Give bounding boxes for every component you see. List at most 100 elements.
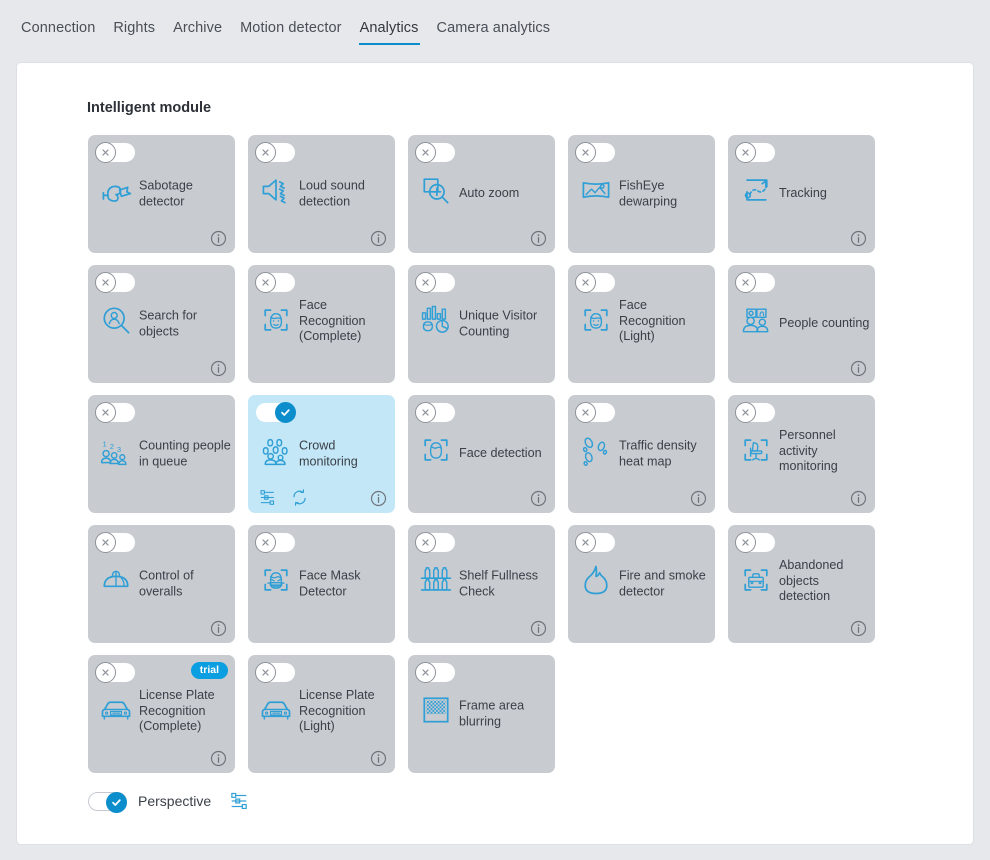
module-card[interactable]: trial License Plate Recognition (Complete… [88,655,235,773]
info-icon[interactable] [850,360,867,377]
module-toggle[interactable] [95,142,135,163]
module-label: License Plate Recognition (Complete) [139,688,215,734]
info-icon[interactable] [210,620,227,637]
footsteps-heatmap-icon [576,430,616,470]
tab-camera-analytics[interactable]: Camera analytics [428,0,560,48]
module-toggle[interactable] [256,402,296,423]
module-label: Counting people in queue [139,438,231,468]
module-toggle-knob [735,142,756,163]
module-card[interactable]: Sabotage detector [88,135,235,253]
module-toggle[interactable] [95,532,135,553]
svg-text:1: 1 [103,439,107,448]
module-toggle[interactable] [255,272,295,293]
perspective-toggle[interactable] [88,791,127,813]
module-toggle-knob [95,142,116,163]
module-toggle[interactable] [575,402,615,423]
module-card[interactable]: Tracking [728,135,875,253]
info-icon[interactable] [370,490,387,507]
module-card[interactable]: FishEye dewarping [568,135,715,253]
module-card[interactable]: Crowd monitoring [248,395,395,513]
module-toggle-knob [575,142,596,163]
module-label: Abandoned objects detection [779,558,844,604]
sabotage-detector-icon [96,170,136,210]
module-toggle[interactable] [415,402,455,423]
module-card[interactable]: Unique Visitor Counting [408,265,555,383]
module-card[interactable]: Face Recognition (Complete) [248,265,395,383]
module-card[interactable]: Face detection [408,395,555,513]
info-icon[interactable] [210,230,227,247]
tab-rights[interactable]: Rights [104,0,164,48]
module-toggle[interactable] [95,272,135,293]
info-icon[interactable] [210,750,227,767]
people-counting-icon [736,300,776,340]
module-card[interactable]: People counting [728,265,875,383]
module-card[interactable]: Personnel activity monitoring [728,395,875,513]
settings-sliders-icon[interactable] [258,488,277,507]
module-label: Search for objects [139,308,198,338]
module-toggle[interactable] [95,662,135,683]
fire-smoke-icon [576,560,616,600]
module-card[interactable]: Shelf Fullness Check [408,525,555,643]
module-card[interactable]: Auto zoom [408,135,555,253]
module-toggle-knob [255,662,276,683]
module-toggle[interactable] [735,142,775,163]
info-icon[interactable] [530,490,547,507]
module-card[interactable]: License Plate Recognition (Light) [248,655,395,773]
module-toggle[interactable] [735,532,775,553]
module-card[interactable]: Search for objects [88,265,235,383]
module-card[interactable]: Control of overalls [88,525,235,643]
info-icon[interactable] [850,620,867,637]
info-icon[interactable] [370,750,387,767]
module-toggle-knob [415,532,436,553]
module-toggle-knob [415,272,436,293]
svg-text:2: 2 [110,442,114,451]
info-icon[interactable] [530,620,547,637]
module-toggle[interactable] [255,142,295,163]
module-card[interactable]: Face Mask Detector [248,525,395,643]
module-card[interactable]: Frame area blurring [408,655,555,773]
module-card[interactable]: Loud sound detection [248,135,395,253]
info-icon[interactable] [530,230,547,247]
module-toggle[interactable] [415,662,455,683]
module-toggle[interactable] [735,272,775,293]
module-toggle[interactable] [255,532,295,553]
tab-bar: Connection Rights Archive Motion detector An… [0,0,990,52]
module-card[interactable]: Traffic density heat map [568,395,715,513]
tab-archive[interactable]: Archive [164,0,231,48]
perspective-toggle-knob [106,791,127,813]
module-toggle[interactable] [575,532,615,553]
module-label: Crowd monitoring [299,438,358,468]
tab-connection[interactable]: Connection [12,0,104,48]
module-toggle[interactable] [735,402,775,423]
module-toggle[interactable] [255,662,295,683]
sync-refresh-icon[interactable] [290,488,309,507]
module-card[interactable]: 1 2 3 Counting people in queue [88,395,235,513]
module-card[interactable]: Face Recognition (Light) [568,265,715,383]
module-toggle-knob [415,402,436,423]
info-icon[interactable] [210,360,227,377]
info-icon[interactable] [850,230,867,247]
module-toggle[interactable] [575,142,615,163]
info-icon[interactable] [850,490,867,507]
tab-analytics[interactable]: Analytics [351,0,428,48]
module-toggle[interactable] [575,272,615,293]
module-toggle[interactable] [95,402,135,423]
intelligent-module-grid: Sabotage detector Loud sound detection Aut… [88,135,888,773]
info-icon[interactable] [690,490,707,507]
face-recognition-icon [256,300,296,340]
loud-sound-icon [256,170,296,210]
module-label: Control of overalls [139,568,194,598]
module-card[interactable]: Abandoned objects detection [728,525,875,643]
module-toggle-knob [95,662,116,683]
module-label: FishEye dewarping [619,178,678,208]
info-icon[interactable] [370,230,387,247]
module-card[interactable]: Fire and smoke detector [568,525,715,643]
tracking-icon [736,170,776,210]
settings-sliders-icon[interactable] [228,790,250,812]
personnel-activity-icon [736,430,776,470]
module-toggle[interactable] [415,142,455,163]
module-toggle[interactable] [415,532,455,553]
counting-queue-icon: 123 [96,430,136,470]
tab-motion-detector[interactable]: Motion detector [231,0,350,48]
module-toggle[interactable] [415,272,455,293]
